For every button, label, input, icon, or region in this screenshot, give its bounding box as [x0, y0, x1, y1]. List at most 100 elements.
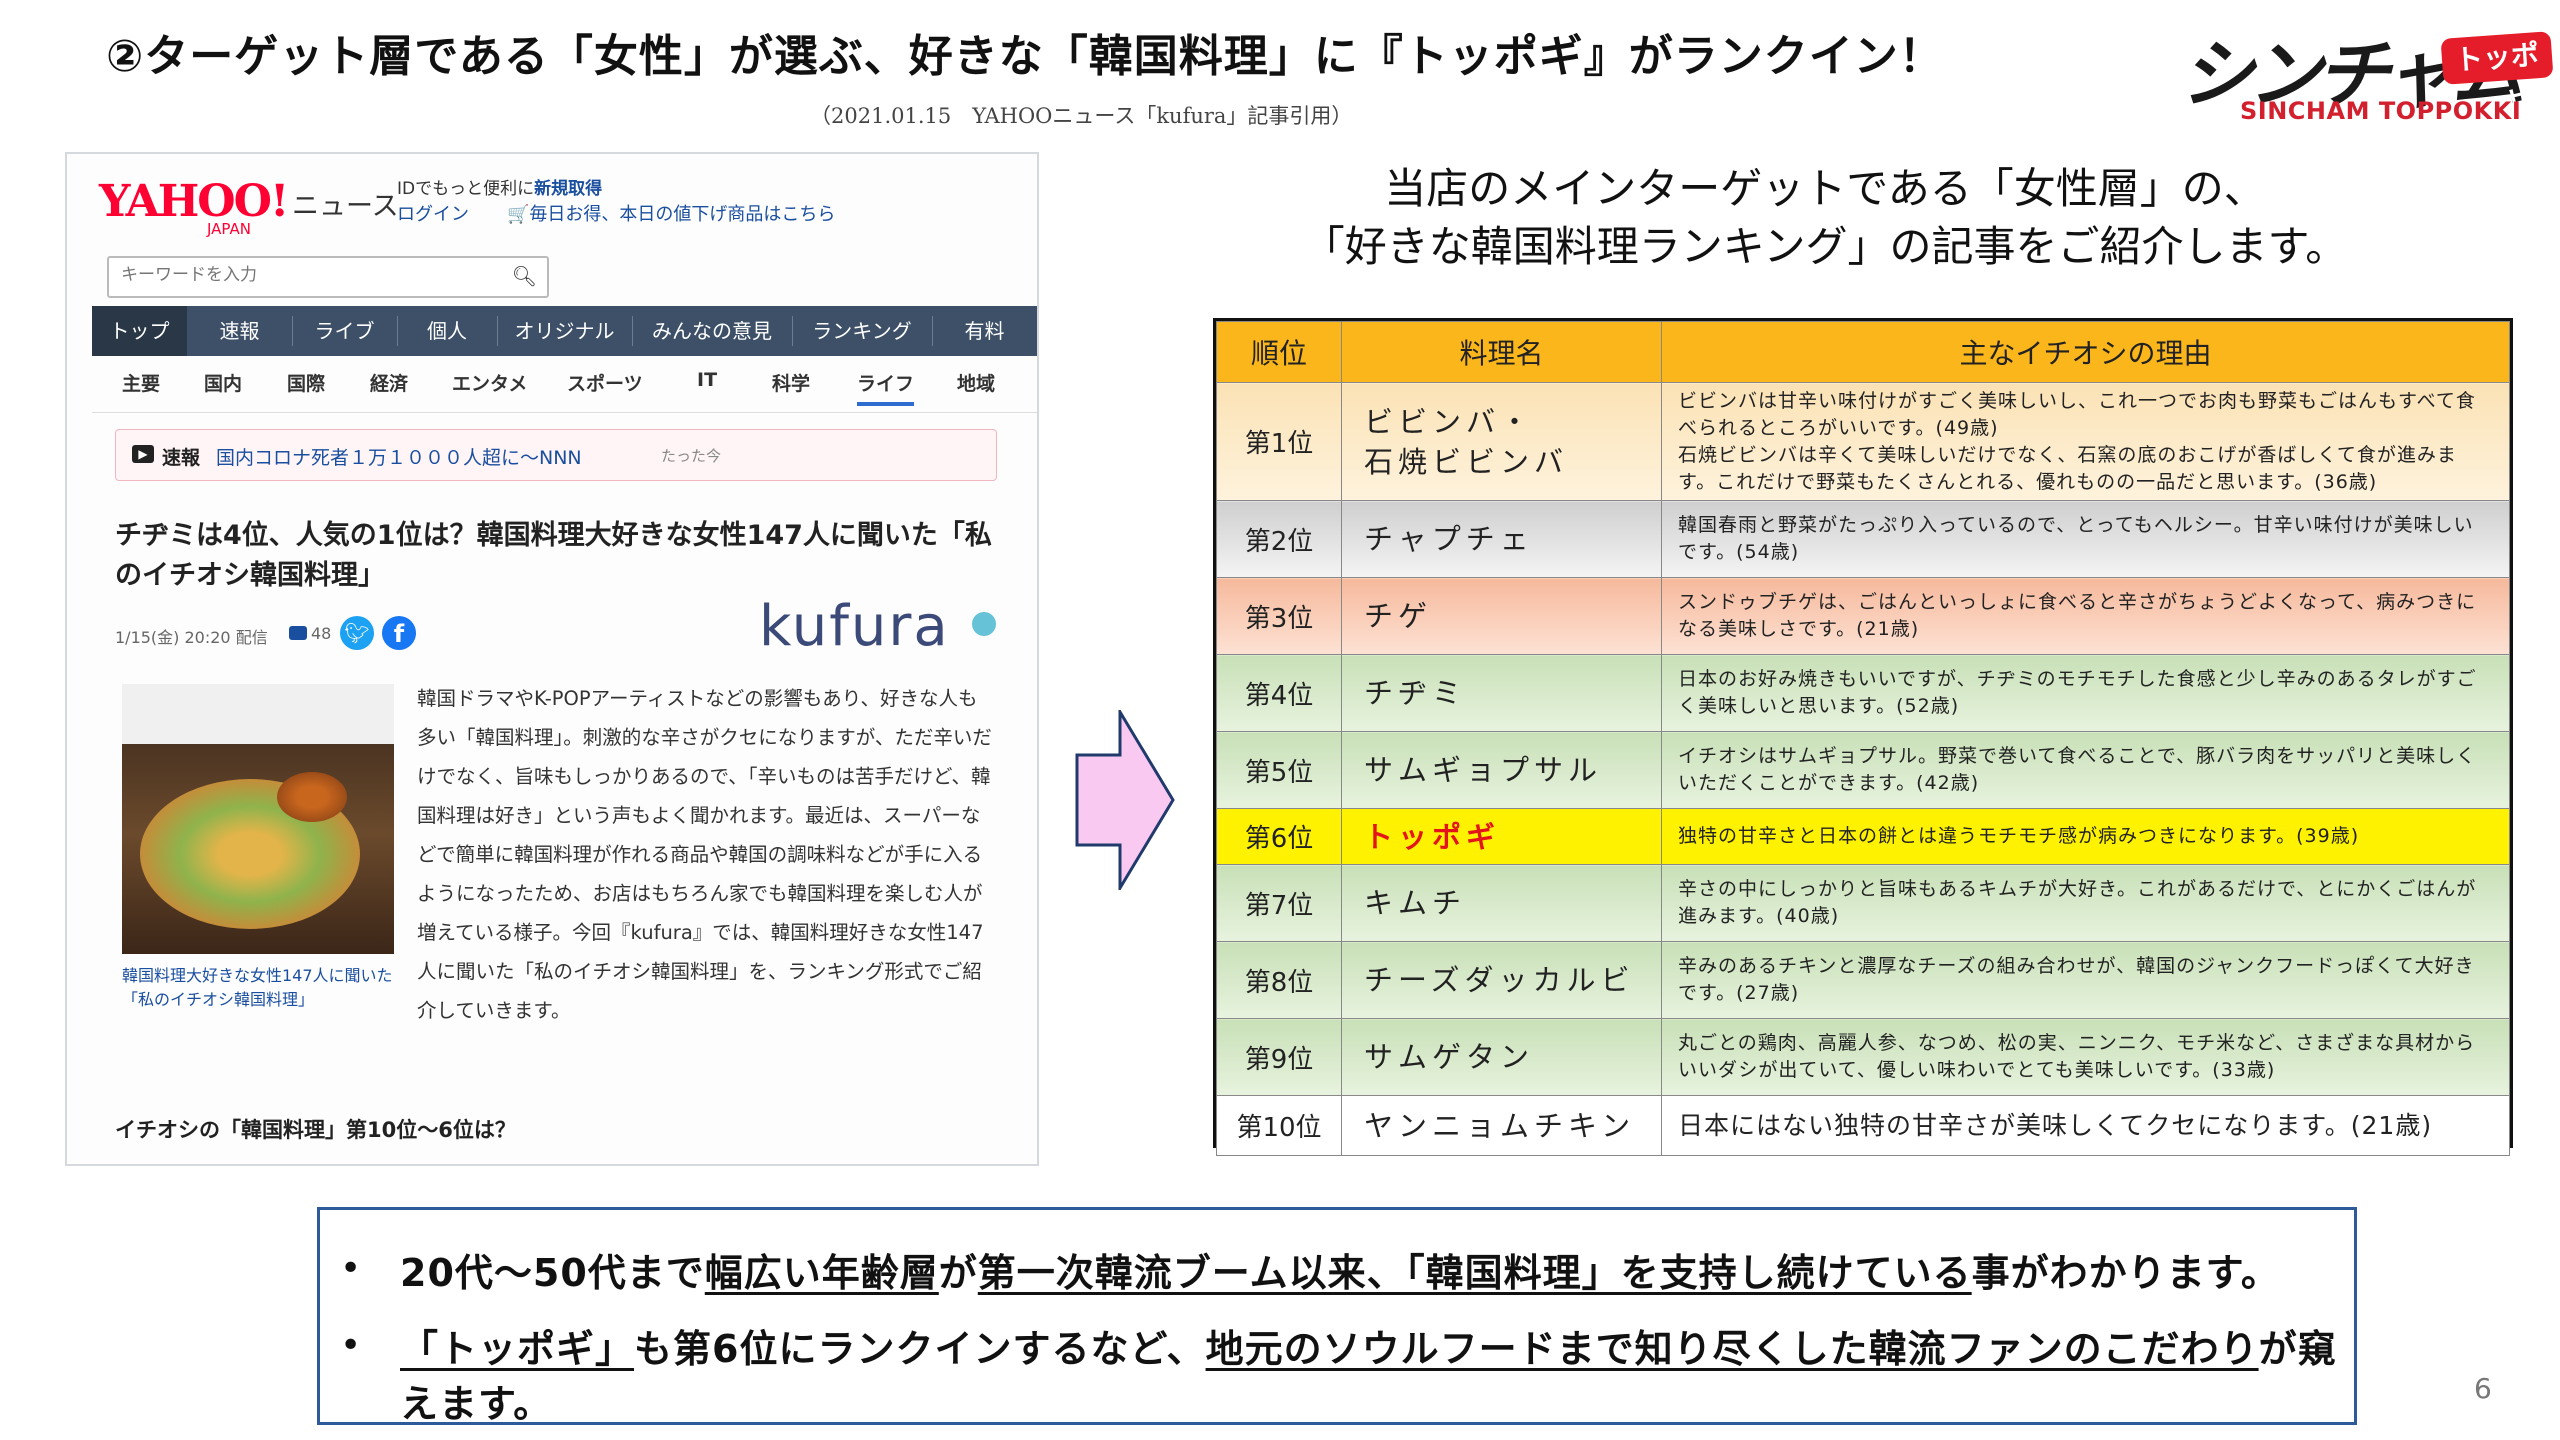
ranking-intro: 当店のメインターゲットである「女性層」の、 「好きな韓国料理ランキング」の記事を…	[1160, 160, 2490, 276]
breaking-label: 速報	[162, 447, 201, 469]
ranking-row: 第9位 サムゲタン 丸ごとの鶏肉、高麗人参、なつめ、松の実、ニンニク、モチ米など…	[1216, 1018, 2510, 1096]
ranking-row: 第7位 キムチ 辛さの中にしっかりと旨味もあるキムチが大好き。これがあるだけで、…	[1216, 864, 2510, 942]
login-link[interactable]: ログイン	[397, 200, 469, 226]
kufura-logo: kufura	[759, 594, 950, 659]
subnav-life[interactable]: ライフ	[857, 369, 915, 406]
pajeon-photo[interactable]	[122, 684, 394, 954]
intro-line-2: 「好きな韓国料理ランキング」の記事をご紹介します。	[1302, 222, 2348, 271]
bullet: •	[340, 1325, 362, 1366]
dish-cell: ビビンバ・ 石焼ビビンバ	[1341, 382, 1662, 501]
nav-tab-top[interactable]: トップ	[92, 306, 187, 356]
ranking-row: 第3位 チゲ スンドゥブチゲは、ごはんといっしょに食べると辛さがちょうどよくなっ…	[1216, 577, 2510, 655]
dish-cell: チャプチェ	[1341, 500, 1662, 578]
yahoo-logo[interactable]: YAHOO!	[99, 176, 289, 227]
reason-cell: 日本にはない独特の甘辛さが美味しくてクセになります。(21歳)	[1661, 1095, 2510, 1156]
rank-cell: 第8位	[1216, 941, 1342, 1019]
yahoo-japan-label: JAPAN	[207, 220, 251, 238]
sincham-logo: シンチャム トッポッキ SINCHAM TOPPOKKI	[2180, 15, 2560, 130]
dish-cell: チヂミ	[1341, 654, 1662, 732]
nav-tab-paid[interactable]: 有料	[932, 306, 1037, 356]
ranking-row: 第5位 サムギョプサル イチオシはサムギョプサル。野菜で巻いて食べることで、豚バ…	[1216, 731, 2510, 809]
nav-tab-ranking[interactable]: ランキング	[792, 306, 932, 356]
reason-cell: 辛さの中にしっかりと旨味もあるキムチが大好き。これがあるだけで、とにかくごはんが…	[1661, 864, 2510, 942]
subnav-region[interactable]: 地域	[957, 369, 995, 396]
header-rank: 順位	[1216, 321, 1342, 383]
subnav-main[interactable]: 主要	[122, 369, 160, 396]
kufura-logo-mark	[972, 612, 996, 636]
promo-link[interactable]: 🛒毎日お得、本日の値下げ商品はこちら	[507, 200, 835, 226]
subnav-economy[interactable]: 経済	[370, 369, 408, 396]
dish-cell: サムゲタン	[1341, 1018, 1662, 1096]
summary-line-2: 「トッポギ」も第6位にランクインするなど、地元のソウルフードまで知り尽くした韓流…	[400, 1327, 2337, 1426]
search-box: 🔍︎	[107, 256, 549, 298]
reason-cell: 日本のお好み焼きもいいですが、チヂミのモチモチした食感と少し辛みのあるタレがすご…	[1661, 654, 2510, 732]
reason-cell: 辛みのあるチキンと濃厚なチーズの組み合わせが、韓国のジャンクフードっぽくて大好き…	[1661, 941, 2510, 1019]
breaking-text[interactable]: 国内コロナ死者１万１０００人超に～NNN	[216, 443, 582, 470]
comment-count[interactable]: 48	[311, 624, 331, 643]
news-section-label[interactable]: ニュース	[292, 184, 399, 223]
twitter-icon[interactable]: 🐦︎	[340, 616, 374, 650]
dish-cell: サムギョプサル	[1341, 731, 1662, 809]
subnav-international[interactable]: 国際	[287, 369, 325, 396]
photo-caption[interactable]: 韓国料理大好きな女性147人に聞いた「私のイチオシ韓国料理」	[122, 964, 397, 1012]
header-dish: 料理名	[1341, 321, 1662, 383]
dish-cell: キムチ	[1341, 864, 1662, 942]
rank-cell: 第5位	[1216, 731, 1342, 809]
subnav-it[interactable]: IT	[697, 369, 717, 391]
nav-tab-personal[interactable]: 個人	[397, 306, 497, 356]
rank-cell: 第4位	[1216, 654, 1342, 732]
article-section-heading: イチオシの「韓国料理」第10位～6位は？	[115, 1118, 516, 1142]
article-meta: 1/15(金) 20:20 配信	[115, 628, 268, 647]
breaking-news-banner[interactable]: ▶ 速報 国内コロナ死者１万１０００人超に～NNN たった今	[115, 429, 997, 481]
ranking-row: 第10位 ヤンニョムチキン 日本にはない独特の甘辛さが美味しくてクセになります。…	[1216, 1095, 2510, 1156]
id-prompt: IDでもっと便利に新規取得	[397, 179, 603, 199]
comment-icon[interactable]	[289, 626, 307, 640]
subnav-science[interactable]: 科学	[772, 369, 810, 396]
summary-line-1: 20代～50代まで幅広い年齢層が第一次韓流ブーム以来、「韓国料理」を支持し続けて…	[400, 1251, 2280, 1295]
header-reason: 主なイチオシの理由	[1661, 321, 2510, 383]
article-headline: チヂミは4位、人気の1位は？韓国料理大好きな女性147人に聞いた「私のイチオシ韓…	[115, 520, 992, 591]
rank-cell: 第3位	[1216, 577, 1342, 655]
reason-cell: 韓国春雨と野菜がたっぷり入っているので、とってもヘルシー。甘辛い味付けが美味しい…	[1661, 500, 2510, 578]
rank-cell: 第6位	[1216, 808, 1342, 865]
page-number: 6	[2474, 1372, 2492, 1405]
slide-title: ②ターゲット層である「女性」が選ぶ、好きな「韓国料理」に『トッポギ』がランクイン…	[106, 31, 1944, 82]
subnav-entertainment[interactable]: エンタメ	[452, 369, 527, 396]
cart-icon: 🛒	[507, 204, 530, 225]
right-arrow-icon	[1075, 710, 1175, 890]
logo-subtitle: SINCHAM TOPPOKKI	[2240, 97, 2522, 125]
dish-cell: チーズダッカルビ	[1341, 941, 1662, 1019]
search-input[interactable]	[119, 264, 503, 286]
ranking-row-highlight: 第6位 トッポギ 独特の甘辛さと日本の餅とは違うモチモチ感が病みつきになります。…	[1216, 808, 2510, 865]
play-icon: ▶	[132, 445, 154, 463]
nav-tab-original[interactable]: オリジナル	[497, 306, 632, 356]
nav-tab-live[interactable]: ライブ	[292, 306, 397, 356]
reason-cell: ビビンバは甘辛い味付けがすごく美味しいし、これ一つでお肉も野菜もごはんもすべて食…	[1661, 382, 2510, 501]
rank-cell: 第2位	[1216, 500, 1342, 578]
article-body: 韓国ドラマやK-POPアーティストなどの影響もあり、好きな人も多い「韓国料理」。…	[417, 687, 992, 1022]
citation: （2021.01.15 YAHOOニュース「kufura」記事引用）	[810, 104, 1353, 128]
rank-cell: 第10位	[1216, 1095, 1342, 1156]
nav-tab-breaking[interactable]: 速報	[187, 306, 292, 356]
rank-cell: 第9位	[1216, 1018, 1342, 1096]
nav-tab-opinion[interactable]: みんなの意見	[632, 306, 792, 356]
signup-link[interactable]: 新規取得	[534, 179, 602, 199]
bullet: •	[340, 1248, 362, 1289]
summary-box: • 20代～50代まで幅広い年齢層が第一次韓流ブーム以来、「韓国料理」を支持し続…	[317, 1207, 2357, 1426]
ranking-row: 第8位 チーズダッカルビ 辛みのあるチキンと濃厚なチーズの組み合わせが、韓国のジ…	[1216, 941, 2510, 1019]
dish-cell: ヤンニョムチキン	[1341, 1095, 1662, 1156]
reason-cell: 独特の甘辛さと日本の餅とは違うモチモチ感が病みつきになります。(39歳)	[1661, 808, 2510, 865]
facebook-icon[interactable]: f	[382, 616, 416, 650]
subnav-domestic[interactable]: 国内	[204, 369, 242, 396]
ranking-row: 第4位 チヂミ 日本のお好み焼きもいいですが、チヂミのモチモチした食感と少し辛み…	[1216, 654, 2510, 732]
logo-badge: トッポッキ	[2440, 31, 2554, 122]
reason-cell: 丸ごとの鶏肉、高麗人参、なつめ、松の実、ニンニク、モチ米など、さまざまな具材から…	[1661, 1018, 2510, 1096]
dish-cell: チゲ	[1341, 577, 1662, 655]
article-screenshot: YAHOO! JAPAN ニュース IDでもっと便利に新規取得 ログイン 🛒毎日…	[65, 152, 1039, 1166]
search-icon[interactable]: 🔍︎	[512, 264, 537, 288]
subnav-sports[interactable]: スポーツ	[567, 369, 643, 396]
dish-cell: トッポギ	[1341, 808, 1662, 865]
rank-cell: 第1位	[1216, 382, 1342, 501]
ranking-row: 第2位 チャプチェ 韓国春雨と野菜がたっぷり入っているので、とってもヘルシー。甘…	[1216, 500, 2510, 578]
sub-nav: 主要 国内 国際 経済 エンタメ スポーツ IT 科学 ライフ 地域	[92, 369, 1037, 411]
